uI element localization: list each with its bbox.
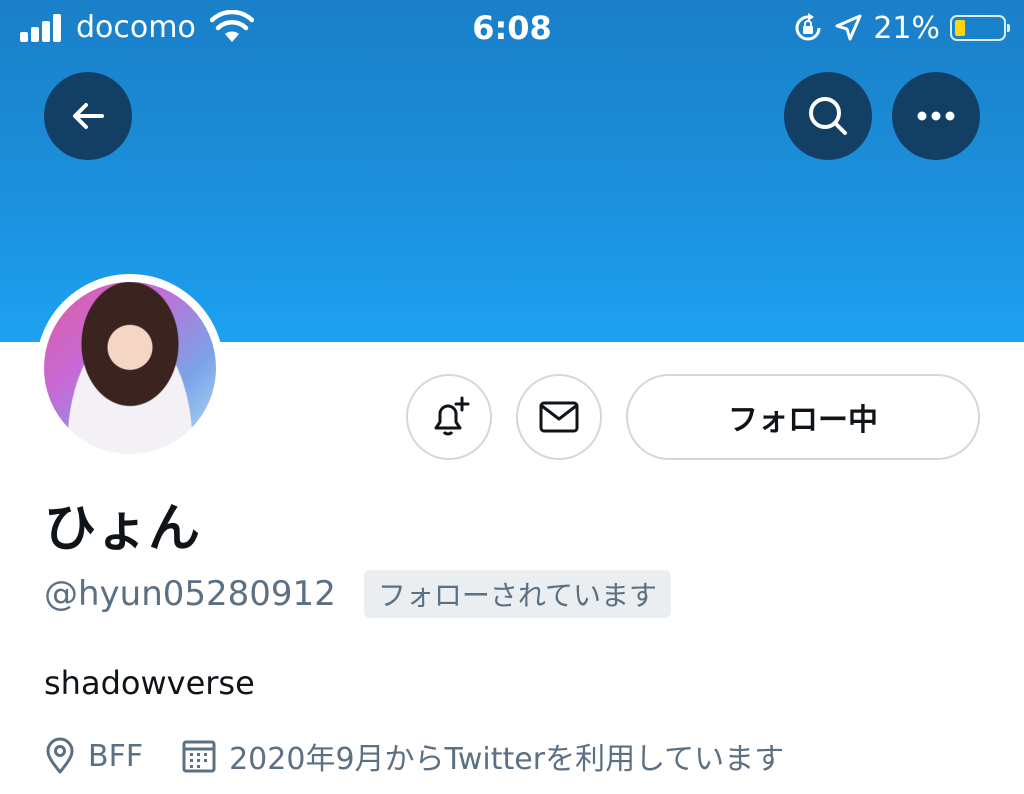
status-bar: docomo 6:08 21% xyxy=(0,0,1024,58)
notification-toggle-button[interactable] xyxy=(406,374,492,460)
profile-avatar[interactable] xyxy=(36,274,224,462)
status-right-group: 21% xyxy=(793,8,1010,48)
joined-date: 2020年9月からTwitterを利用しています xyxy=(229,742,785,777)
profile-bio: shadowverse xyxy=(44,664,255,702)
arrow-left-icon xyxy=(73,103,104,129)
bell-plus-icon xyxy=(434,396,470,436)
location-arrow-icon xyxy=(835,14,862,41)
search-icon xyxy=(809,97,847,135)
more-dots-icon xyxy=(917,111,955,121)
orientation-lock-icon xyxy=(795,13,821,41)
battery-icon xyxy=(950,15,1010,41)
calendar-icon xyxy=(181,738,217,774)
handle-row: @hyun05280912 フォローされています xyxy=(44,570,671,618)
avatar-photo xyxy=(44,282,216,454)
follows-you-badge: フォローされています xyxy=(363,570,671,618)
display-name: ひょん xyxy=(44,499,201,559)
battery-level xyxy=(955,20,965,36)
battery-percent: 21% xyxy=(873,10,940,46)
location-pin-icon xyxy=(44,737,76,775)
profile-meta: BFF 2020年9月からTwitterを利用しています xyxy=(44,734,784,778)
following-button[interactable]: フォロー中 xyxy=(626,374,980,460)
search-button[interactable] xyxy=(784,72,872,160)
message-button[interactable] xyxy=(516,374,602,460)
profile-location: BFF xyxy=(88,738,144,774)
envelope-icon xyxy=(539,401,579,433)
back-button[interactable] xyxy=(44,72,132,160)
user-handle: @hyun05280912 xyxy=(44,574,336,614)
more-options-button[interactable] xyxy=(892,72,980,160)
